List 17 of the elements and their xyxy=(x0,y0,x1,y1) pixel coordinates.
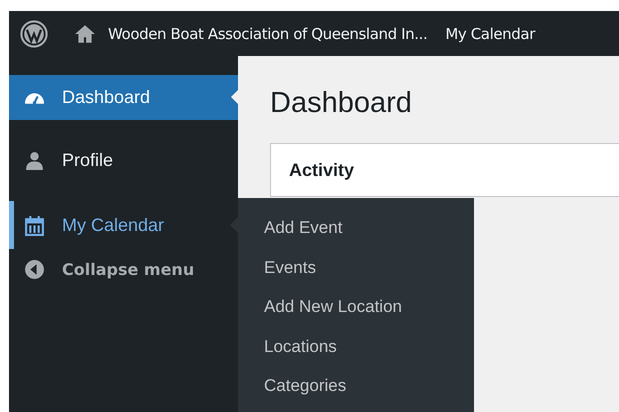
menu-item[interactable]: Profile xyxy=(9,138,238,183)
submenu-item[interactable]: Locations xyxy=(238,326,474,366)
submenu-item[interactable]: Add New Location xyxy=(238,287,474,326)
admin-bar-link[interactable]: My Calendar xyxy=(445,24,535,42)
wordpress-logo-icon[interactable] xyxy=(20,20,48,48)
submenu-item[interactable]: Add Event xyxy=(238,208,474,248)
left-arrow-circle-icon xyxy=(24,258,45,280)
menu-item[interactable]: Dashboard xyxy=(9,75,238,120)
calendar-icon xyxy=(24,214,45,236)
panel-title: Activity xyxy=(289,160,354,180)
page-title: Dashboard xyxy=(270,86,413,120)
home-icon[interactable] xyxy=(74,22,96,44)
collapse-menu-button[interactable]: Collapse menu xyxy=(9,249,238,289)
submenu-item[interactable]: Events xyxy=(238,248,474,287)
site-title-link[interactable]: Wooden Boat Association of Queensland In... xyxy=(108,24,428,42)
submenu-item[interactable]: Categories xyxy=(238,366,474,406)
user-icon xyxy=(24,150,45,171)
